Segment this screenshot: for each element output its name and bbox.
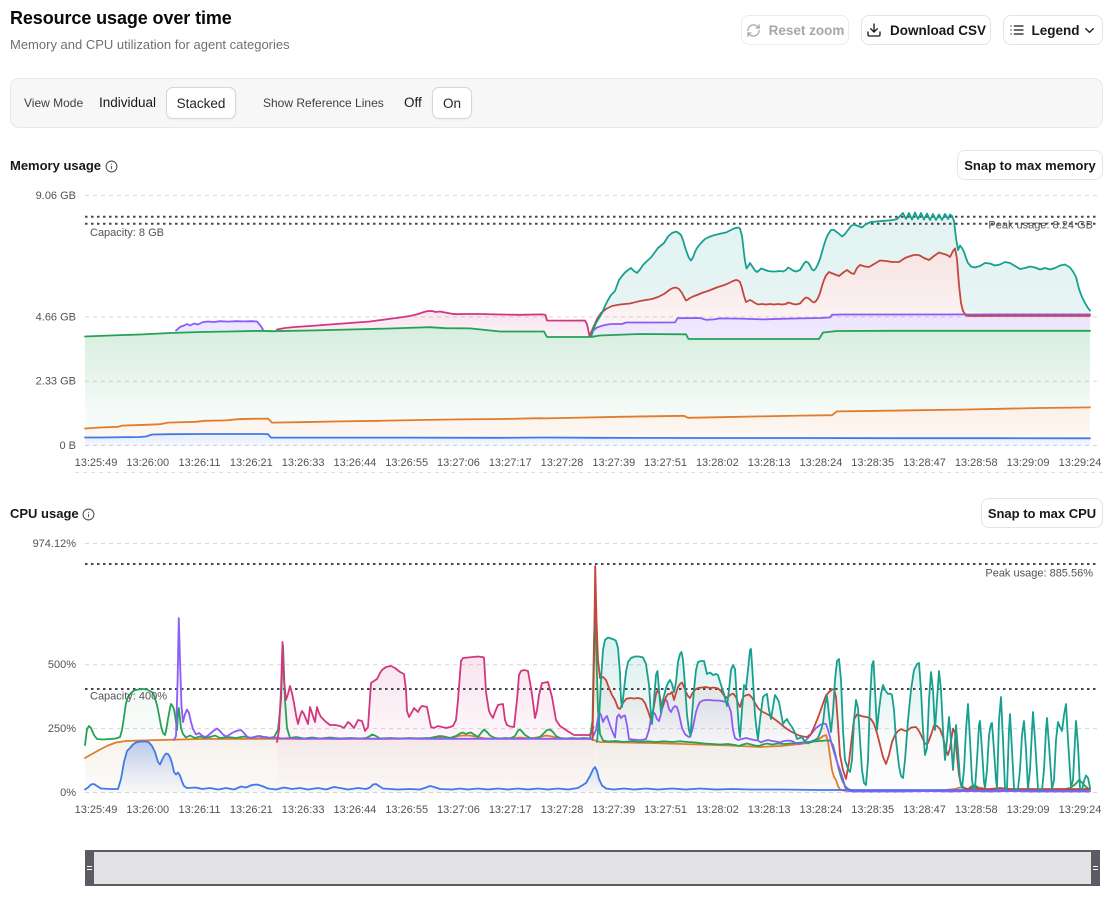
svg-text:13:27:39: 13:27:39: [592, 804, 635, 816]
svg-text:13:28:35: 13:28:35: [851, 804, 894, 816]
svg-text:13:27:51: 13:27:51: [644, 804, 687, 816]
svg-text:13:25:49: 13:25:49: [75, 804, 118, 816]
svg-text:250%: 250%: [48, 723, 76, 735]
svg-text:13:26:11: 13:26:11: [179, 804, 221, 816]
svg-text:13:28:47: 13:28:47: [903, 804, 946, 816]
svg-text:13:26:44: 13:26:44: [333, 804, 376, 816]
svg-text:13:27:06: 13:27:06: [437, 804, 480, 816]
svg-text:13:26:33: 13:26:33: [282, 804, 325, 816]
svg-text:13:26:55: 13:26:55: [385, 804, 428, 816]
svg-text:13:28:58: 13:28:58: [955, 804, 998, 816]
svg-text:13:28:13: 13:28:13: [748, 804, 791, 816]
svg-text:13:26:21: 13:26:21: [230, 804, 273, 816]
svg-text:13:28:24: 13:28:24: [800, 804, 843, 816]
svg-text:13:26:00: 13:26:00: [126, 804, 169, 816]
svg-text:500%: 500%: [48, 659, 76, 671]
svg-text:13:27:28: 13:27:28: [541, 804, 584, 816]
svg-text:13:29:24: 13:29:24: [1059, 804, 1102, 816]
svg-text:13:28:02: 13:28:02: [696, 804, 739, 816]
svg-text:0%: 0%: [60, 787, 76, 799]
svg-text:Capacity: 400%: Capacity: 400%: [90, 691, 167, 703]
svg-text:13:29:09: 13:29:09: [1007, 804, 1050, 816]
svg-text:13:27:17: 13:27:17: [489, 804, 532, 816]
svg-text:Peak usage: 885.56%: Peak usage: 885.56%: [985, 568, 1093, 580]
svg-text:974.12%: 974.12%: [33, 538, 77, 550]
